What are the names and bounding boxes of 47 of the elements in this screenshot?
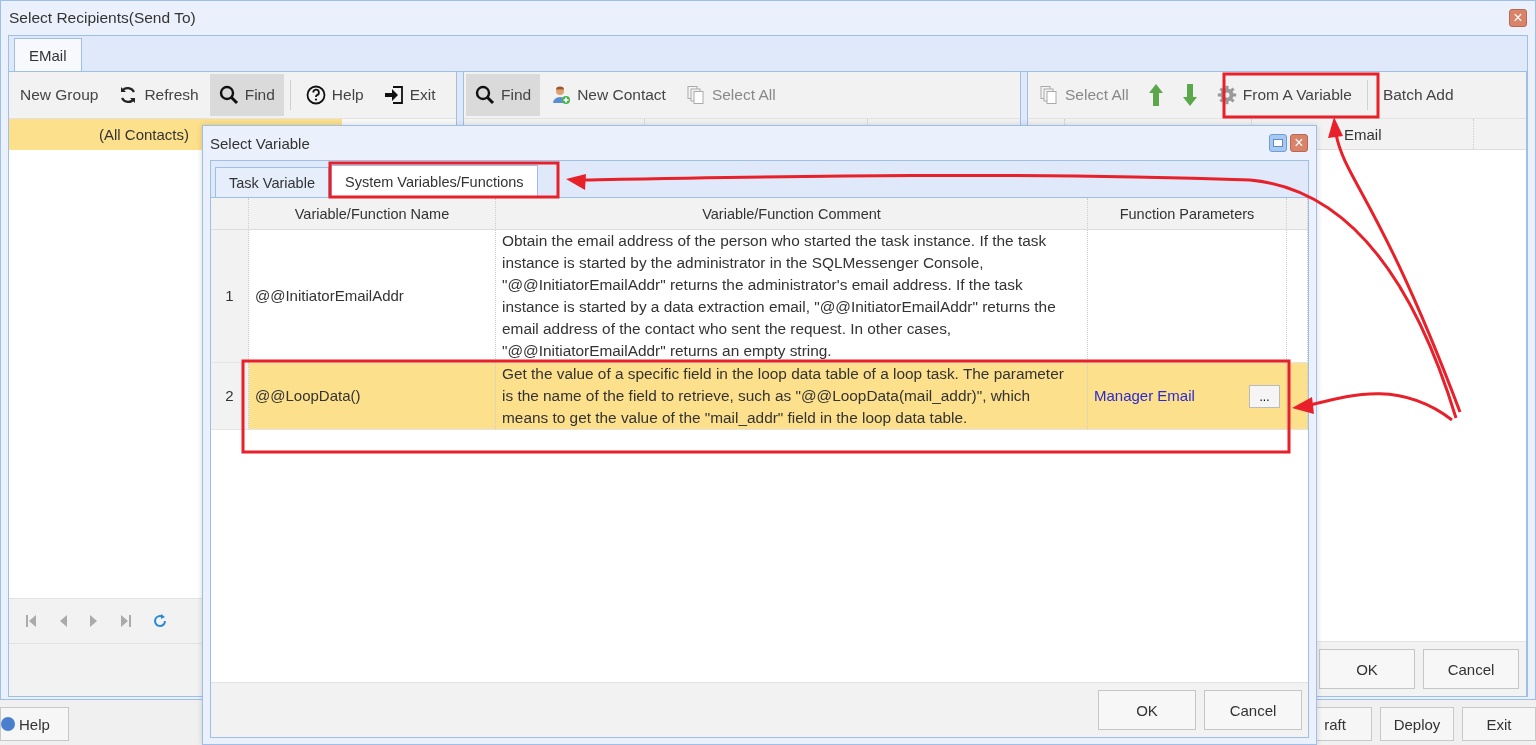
search-icon [218,85,239,105]
person-add-icon [551,85,572,105]
first-page-icon[interactable] [25,615,37,627]
footer-button[interactable]: Deploy [1380,707,1454,741]
browse-button[interactable]: ... [1249,384,1280,408]
last-page-icon[interactable] [120,615,132,627]
tab[interactable]: EMail [14,38,82,71]
table-cell[interactable]: @@LoopData() [249,363,496,430]
search-icon [475,85,495,105]
arrow-down-icon [1182,84,1197,106]
arrow-up-icon [1148,84,1163,106]
next-page-icon[interactable] [89,615,99,627]
toolbar-button[interactable]: Refresh [109,74,208,116]
refresh-icon[interactable] [153,614,167,628]
toolbar-button[interactable]: New Contact [542,74,675,116]
toolbar-button[interactable]: New Group [11,74,108,116]
help-button[interactable]: Help [0,707,69,741]
tab[interactable]: System Variables/Functions [330,165,538,197]
dialog-button[interactable]: OK [1319,649,1415,689]
previous-page-icon[interactable] [58,615,68,627]
minimize-icon [1273,139,1283,147]
column-header: Function Parameters [1119,205,1255,222]
dialog-button[interactable]: Cancel [1204,690,1302,730]
row-number: 1 [211,230,249,363]
exit-icon [383,85,404,105]
toolbar-button[interactable]: From A Variable [1207,74,1361,116]
copy-icon [1039,85,1059,105]
column-header: Variable/Function Comment [702,205,881,222]
gear-icon [1216,85,1237,105]
column-header: Variable/Function Name [294,205,450,222]
row-number: 2 [211,363,249,430]
tab[interactable]: Task Variable [215,167,329,197]
parameter-link[interactable]: Manager Email [1094,385,1195,407]
copy-icon [685,85,706,105]
dialog-button[interactable]: Cancel [1423,649,1519,689]
window-title: Select Recipients(Send To) [9,9,196,27]
toolbar-button[interactable]: Help [296,74,373,116]
toolbar-button[interactable]: Find [209,74,284,116]
minimize-button[interactable] [1269,134,1287,152]
dialog-title: Select Variable [210,134,310,152]
toolbar-button[interactable]: Batch Add [1373,74,1463,116]
table-cell: Get the value of a specific field in the loop data table of a loop task. The parameter is the name of the field to retrieve, such as "@@LoopData(mail_addr)", which means to get the value of the "mail_addr" field in the loop data table. [496,363,1088,430]
dialog-button[interactable]: OK [1098,690,1196,730]
footer-button[interactable]: Exit [1462,707,1536,741]
column-header: Email [1344,125,1382,143]
toolbar-button[interactable]: Exit [374,74,445,116]
toolbar-button[interactable]: Find [466,74,541,116]
